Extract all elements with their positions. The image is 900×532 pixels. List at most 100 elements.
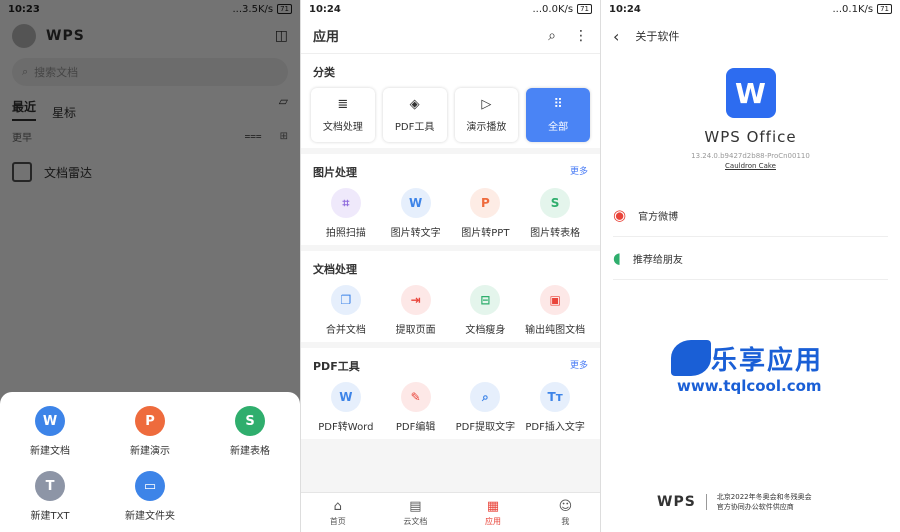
tool-icon: W (400, 188, 431, 218)
tool-icon: ✎ (400, 382, 431, 412)
new-file-sheet: W 新建文档 P 新建演示 S 新建表格 T 新建TXT ▭ 新建文件夹 (0, 392, 300, 532)
watermark-url: www.tqlcool.com (677, 377, 822, 395)
tool-label: PDF编辑 (395, 422, 436, 433)
more-menu-icon[interactable]: ⋮ (574, 28, 588, 44)
tool-item[interactable]: ⌗ 拍照扫描 (311, 188, 381, 239)
layout-icon[interactable]: ◫ (275, 28, 288, 44)
about-header: ‹ 关于软件 (601, 18, 900, 54)
section-title: 文档处理 (313, 263, 357, 276)
tab-recent[interactable]: 最近 (12, 98, 37, 121)
section-title: 分类 (313, 66, 335, 79)
tool-icon: ⌗ (330, 188, 361, 218)
sheet-item-1[interactable]: P 新建演示 (100, 406, 200, 457)
tool-icon: ⇥ (400, 285, 431, 315)
nav-icon: ▤ (409, 498, 422, 514)
app-logo: WPS (46, 28, 85, 44)
tool-label: 图片转文字 (390, 228, 441, 239)
sheet-item-label: 新建TXT (30, 511, 70, 522)
bottom-nav: ⌂ 首页 ▤ 云文档 ▦ 应用 ☺ 我 (301, 492, 600, 532)
tool-item[interactable]: ▣ 输出纯图文档 (520, 285, 590, 336)
more-link[interactable]: 更多 (570, 164, 588, 180)
tool-item[interactable]: S 图片转表格 (520, 188, 590, 239)
status-bar: 10:24 ...0.1K/s 71 (601, 0, 900, 18)
category-label: PDF工具 (394, 122, 435, 133)
nav-label: 应用 (485, 516, 502, 526)
section-header: 更早 ⩶ ⊞ (0, 121, 300, 152)
tool-label: 图片转PPT (461, 228, 510, 239)
version-text: 13.24.0.b9427d2b88-ProCn00110 (691, 152, 810, 160)
sheet-item-4[interactable]: ▭ 新建文件夹 (100, 471, 200, 522)
nav-label: 首页 (329, 516, 346, 526)
sheet-item-label: 新建演示 (130, 446, 170, 457)
tool-item[interactable]: P 图片转PPT (451, 188, 521, 239)
category-label: 全部 (548, 122, 569, 133)
sheet-item-2[interactable]: S 新建表格 (200, 406, 300, 457)
more-link[interactable]: 更多 (570, 358, 588, 374)
apps-panel: 10:24 ...0.0K/s 71 应用 ⌕ ⋮ 分类 ≣ 文档处理 ◈ PDF工具 ▷ 演… (300, 0, 600, 532)
nav-label: 我 (561, 516, 570, 526)
watermark: 乐享应用 www.tqlcool.com (671, 340, 871, 396)
tool-grid: ❐ 合并文档 ⇥ 提取页面 ⊟ 文档瘦身 ▣ 输出纯图文档 (311, 285, 590, 336)
page-title: 关于软件 (635, 30, 680, 43)
tool-section-0: 图片处理 更多 ⌗ 拍照扫描 W 图片转文字 P 图片转PPT S 图片转表格 (301, 154, 600, 245)
nav-item-0[interactable]: ⌂ 首页 (330, 499, 346, 527)
filter-icon[interactable]: ⩶ (244, 131, 261, 142)
tool-item[interactable]: ✎ PDF编辑 (381, 382, 451, 433)
nav-icon: ☺ (558, 498, 573, 514)
tool-item[interactable]: ❐ 合并文档 (311, 285, 381, 336)
section-header: 图片处理 更多 (311, 160, 590, 188)
section-title: PDF工具 (313, 360, 360, 373)
tool-item[interactable]: W 图片转文字 (381, 188, 451, 239)
tool-grid: W PDF转Word ✎ PDF编辑 ⌕ PDF提取文字 Tт PDF插入文字 (311, 382, 590, 433)
status-time: 10:23 (8, 3, 40, 15)
tab-starred[interactable]: 星标 (52, 104, 76, 121)
menu-label: 推荐给朋友 (632, 254, 683, 266)
tool-item[interactable]: Tт PDF插入文字 (520, 382, 590, 433)
back-icon[interactable]: ‹ (613, 27, 619, 46)
tool-item[interactable]: ⌕ PDF提取文字 (451, 382, 521, 433)
status-bar: 10:23 ...3.5K/s 71 (0, 0, 300, 18)
search-input[interactable]: ⌕ 搜索文档 (12, 58, 288, 86)
tool-item[interactable]: W PDF转Word (311, 382, 381, 433)
file-icon (12, 162, 32, 182)
tool-section-2: PDF工具 更多 W PDF转Word ✎ PDF编辑 ⌕ PDF提取文字 Tт PDF插入文字 (301, 348, 600, 439)
nav-item-2[interactable]: ▦ 应用 (485, 499, 501, 527)
avatar[interactable] (12, 24, 36, 48)
new-file-icon: T (35, 471, 65, 501)
nav-item-1[interactable]: ▤ 云文档 (403, 499, 427, 527)
category-0[interactable]: ≣ 文档处理 (311, 88, 375, 142)
about-panel: 10:24 ...0.1K/s 71 ‹ 关于软件 W WPS Office 13… (600, 0, 900, 532)
tool-section-1: 文档处理 ❐ 合并文档 ⇥ 提取页面 ⊟ 文档瘦身 ▣ 输出纯图文档 (301, 251, 600, 342)
nav-item-3[interactable]: ☺ 我 (559, 499, 573, 527)
grid-view-icon[interactable]: ⊞ (280, 131, 288, 142)
search-placeholder: 搜索文档 (34, 66, 79, 79)
category-2[interactable]: ▷ 演示播放 (454, 88, 519, 142)
folder-icon[interactable]: ▱ (279, 94, 288, 108)
sponsor-line-1: 北京2022年冬奥会和冬残奥会 (716, 493, 812, 501)
category-1[interactable]: ◈ PDF工具 (382, 88, 447, 142)
tool-item[interactable]: ⇥ 提取页面 (381, 285, 451, 336)
category-3[interactable]: ⠿ 全部 (526, 88, 590, 142)
tool-label: 图片转表格 (530, 228, 581, 239)
tool-icon: S (540, 188, 571, 218)
tool-icon: ▣ (540, 285, 571, 315)
tool-grid: ⌗ 拍照扫描 W 图片转文字 P 图片转PPT S 图片转表格 (311, 188, 590, 239)
new-file-icon: W (35, 406, 65, 436)
sponsor-line-2: 官方协同办公软件供应商 (716, 503, 794, 511)
sheet-item-0[interactable]: W 新建文档 (0, 406, 100, 457)
battery-icon: 71 (277, 4, 292, 14)
status-time: 10:24 (309, 3, 341, 15)
tool-item[interactable]: ⊟ 文档瘦身 (451, 285, 521, 336)
sheet-item-label: 新建文档 (30, 446, 70, 457)
watermark-title: 乐享应用 (711, 346, 824, 376)
menu-item-0[interactable]: ◉ 官方微博 (613, 194, 888, 237)
tool-label: 文档瘦身 (465, 325, 506, 336)
sheet-item-3[interactable]: T 新建TXT (0, 471, 100, 522)
list-item[interactable]: 文档雷达 (0, 152, 300, 192)
doc-icon: ≣ (337, 97, 349, 112)
search-icon[interactable]: ⌕ (548, 28, 556, 44)
new-file-icon: S (235, 406, 265, 436)
menu-item-1[interactable]: ◖ 推荐给朋友 (613, 237, 888, 280)
section-header: 文档处理 (311, 257, 590, 285)
tool-icon: P (470, 188, 501, 218)
